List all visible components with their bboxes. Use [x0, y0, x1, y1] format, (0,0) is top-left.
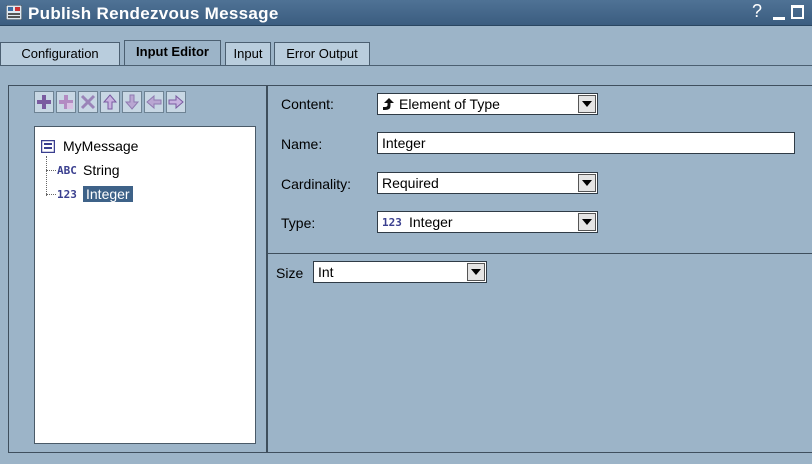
- window-title: Publish Rendezvous Message: [28, 4, 279, 23]
- split-divider[interactable]: [266, 86, 268, 452]
- name-value: Integer: [382, 135, 426, 151]
- minimize-icon[interactable]: [773, 17, 785, 20]
- type-value: Integer: [409, 214, 453, 230]
- tab-baseline: [0, 65, 812, 66]
- svg-text:ABC: ABC: [57, 164, 77, 177]
- tree-node-integer[interactable]: 123 Integer: [57, 185, 133, 203]
- tab-input[interactable]: Input: [225, 42, 271, 65]
- content-value: Element of Type: [399, 96, 500, 112]
- element-arrow-icon: [383, 98, 394, 110]
- section-divider: [268, 253, 812, 254]
- type-dropdown[interactable]: 123 Integer: [377, 211, 598, 233]
- size-value: Int: [318, 264, 334, 280]
- tree-node-label: String: [83, 162, 120, 178]
- name-field[interactable]: Integer: [377, 132, 795, 154]
- content-dropdown[interactable]: Element of Type: [377, 93, 598, 115]
- tree-node-label: Integer: [83, 186, 133, 202]
- add-icon: [37, 95, 51, 109]
- type-label: Type:: [281, 215, 316, 231]
- tab-configuration[interactable]: Configuration: [0, 42, 120, 65]
- cardinality-value: Required: [382, 175, 439, 191]
- move-right-icon: [168, 94, 184, 110]
- tree-node-mymessage[interactable]: MyMessage: [41, 137, 138, 155]
- tree-connector: [46, 156, 47, 196]
- cardinality-label: Cardinality:: [281, 176, 352, 192]
- message-tree[interactable]: MyMessage ABC String 123 Integer: [34, 126, 256, 444]
- tree-node-label: MyMessage: [63, 138, 139, 154]
- svg-text:123: 123: [57, 188, 77, 201]
- chevron-down-icon[interactable]: [578, 213, 596, 231]
- tree-connector: [46, 170, 56, 171]
- tree-node-string[interactable]: ABC String: [57, 161, 120, 179]
- cardinality-dropdown[interactable]: Required: [377, 172, 598, 194]
- move-left-icon: [146, 94, 162, 110]
- move-left-button[interactable]: [144, 91, 164, 113]
- move-right-button[interactable]: [166, 91, 186, 113]
- tab-input-editor[interactable]: Input Editor: [124, 40, 221, 66]
- name-label: Name:: [281, 136, 323, 152]
- move-up-icon: [102, 94, 118, 110]
- chevron-down-icon[interactable]: [578, 95, 596, 113]
- string-type-icon: ABC: [57, 164, 77, 177]
- message-icon: [41, 139, 55, 153]
- content-label: Content:: [281, 96, 334, 112]
- chevron-down-icon[interactable]: [578, 174, 596, 192]
- add-child-icon: [59, 95, 73, 109]
- chevron-down-icon[interactable]: [467, 263, 485, 281]
- integer-type-icon: 123: [382, 216, 402, 229]
- help-icon[interactable]: ?: [752, 1, 762, 22]
- maximize-icon[interactable]: [791, 5, 804, 19]
- add-child-button[interactable]: [56, 91, 76, 113]
- title-bar: Publish Rendezvous Message ?: [0, 0, 812, 26]
- move-down-button[interactable]: [122, 91, 142, 113]
- add-button[interactable]: [34, 91, 54, 113]
- svg-text:123: 123: [382, 216, 402, 229]
- size-dropdown[interactable]: Int: [313, 261, 487, 283]
- tab-error-output[interactable]: Error Output: [274, 42, 370, 65]
- tree-connector: [46, 194, 56, 195]
- move-up-button[interactable]: [100, 91, 120, 113]
- delete-button[interactable]: [78, 91, 98, 113]
- size-label: Size: [276, 265, 304, 281]
- window-app-icon: [6, 5, 22, 20]
- move-down-icon: [124, 94, 140, 110]
- integer-type-icon: 123: [57, 188, 77, 201]
- tab-bar: Configuration Input Editor Input Error O…: [0, 26, 812, 70]
- delete-icon: [80, 94, 96, 110]
